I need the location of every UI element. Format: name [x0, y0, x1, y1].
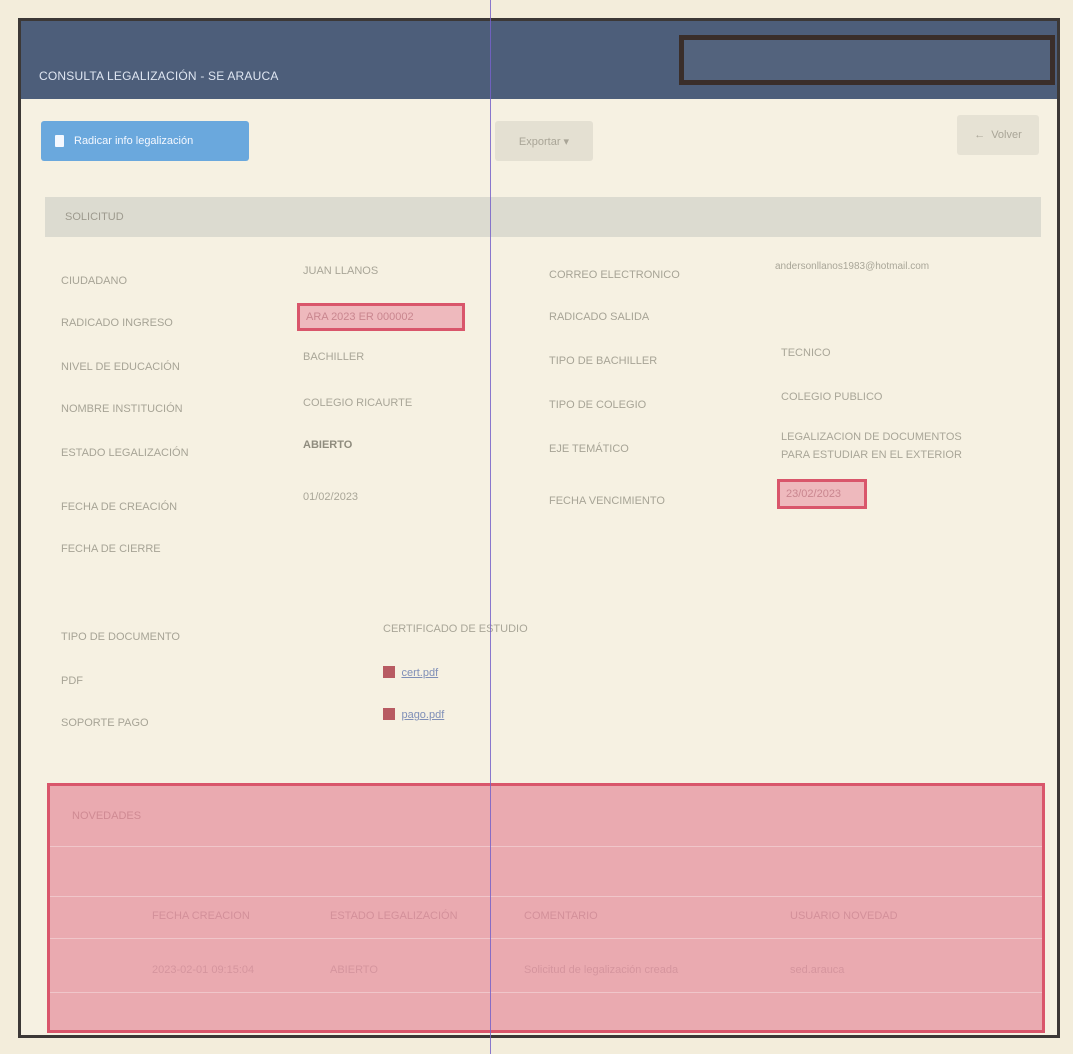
tipo-bachiller-value: TECNICO	[781, 347, 831, 359]
vertical-guide-line	[490, 0, 491, 1054]
estado-legalizacion-label: ESTADO LEGALIZACIÓN	[61, 447, 189, 459]
radicado-ingreso-label: RADICADO INGRESO	[61, 317, 173, 329]
volver-button[interactable]: ← Volver	[957, 115, 1039, 155]
tipo-colegio-label: TIPO DE COLEGIO	[549, 399, 647, 411]
nivel-educacion-value: BACHILLER	[303, 351, 365, 363]
volver-label: Volver	[991, 129, 1022, 141]
divider	[50, 896, 1042, 897]
novedades-panel: NOVEDADES FECHA CREACION ESTADO LEGALIZA…	[47, 783, 1045, 1033]
soporte-link-row: pago.pdf	[383, 705, 444, 723]
page-frame: CONSULTA LEGALIZACIÓN - SE ARAUCA Radica…	[18, 18, 1060, 1038]
nivel-educacion-label: NIVEL DE EDUCACIÓN	[61, 361, 180, 373]
row-fecha-creacion: 2023-02-01 09:15:04	[152, 964, 255, 976]
tipo-documento-value: CERTIFICADO DE ESTUDIO	[383, 623, 528, 635]
novedades-title: NOVEDADES	[72, 810, 142, 822]
solicitud-label: SOLICITUD	[65, 211, 124, 223]
col-estado-legalizacion: ESTADO LEGALIZACIÓN	[330, 910, 458, 922]
exportar-label: Exportar ▾	[518, 135, 570, 148]
nombre-institucion-label: NOMBRE INSTITUCIÓN	[61, 403, 183, 415]
col-usuario-novedad: USUARIO NOVEDAD	[790, 910, 898, 922]
pdf-file-link[interactable]: cert.pdf	[401, 667, 438, 679]
page-header: CONSULTA LEGALIZACIÓN - SE ARAUCA	[21, 21, 1057, 99]
soporte-file-link[interactable]: pago.pdf	[401, 709, 444, 721]
row-estado: ABIERTO	[330, 964, 378, 976]
arrow-left-icon: ←	[974, 129, 986, 141]
eje-tematico-label: EJE TEMÁTICO	[549, 443, 629, 455]
exportar-dropdown[interactable]: Exportar ▾	[495, 121, 593, 161]
fecha-cierre-label: FECHA DE CIERRE	[61, 543, 161, 555]
document-icon	[55, 135, 64, 147]
divider	[50, 938, 1042, 939]
tipo-bachiller-label: TIPO DE BACHILLER	[549, 355, 658, 367]
correo-value: andersonllanos1983@hotmail.com	[775, 261, 930, 272]
row-comentario: Solicitud de legalización creada	[524, 964, 679, 976]
redaction-box	[679, 35, 1055, 85]
nombre-institucion-value: COLEGIO RICAURTE	[303, 397, 413, 409]
estado-legalizacion-value: ABIERTO	[303, 439, 353, 451]
radicar-button[interactable]: Radicar info legalización	[41, 121, 249, 161]
radicado-ingreso-value: ARA 2023 ER 000002	[297, 303, 465, 331]
solicitud-section-header: SOLICITUD	[45, 197, 1041, 237]
radicar-button-label: Radicar info legalización	[74, 135, 194, 147]
row-usuario: sed.arauca	[790, 964, 845, 976]
col-comentario: COMENTARIO	[524, 910, 598, 922]
pdf-icon	[383, 707, 395, 720]
correo-label: CORREO ELECTRONICO	[549, 269, 680, 281]
soporte-pago-label: SOPORTE PAGO	[61, 717, 149, 729]
page-title: CONSULTA LEGALIZACIÓN - SE ARAUCA	[39, 69, 279, 83]
eje-tematico-value-line2: PARA ESTUDIAR EN EL EXTERIOR	[781, 449, 962, 461]
fecha-vencimiento-value: 23/02/2023	[777, 479, 867, 509]
fecha-creacion-value: 01/02/2023	[303, 491, 359, 503]
ciudadano-label: CIUDADANO	[61, 275, 128, 287]
divider	[50, 846, 1042, 847]
pdf-link-row: cert.pdf	[383, 663, 438, 681]
ciudadano-value: JUAN LLANOS	[303, 265, 379, 277]
radicado-salida-label: RADICADO SALIDA	[549, 311, 650, 323]
tipo-colegio-value: COLEGIO PUBLICO	[781, 391, 883, 403]
fecha-creacion-label: FECHA DE CREACIÓN	[61, 501, 178, 513]
col-fecha-creacion: FECHA CREACION	[152, 910, 250, 922]
fecha-vencimiento-label: FECHA VENCIMIENTO	[549, 495, 665, 507]
divider	[50, 992, 1042, 993]
eje-tematico-value-line1: LEGALIZACION DE DOCUMENTOS	[781, 431, 962, 443]
tipo-documento-label: TIPO DE DOCUMENTO	[61, 631, 180, 643]
pdf-label: PDF	[61, 675, 83, 687]
pdf-icon	[383, 665, 395, 678]
